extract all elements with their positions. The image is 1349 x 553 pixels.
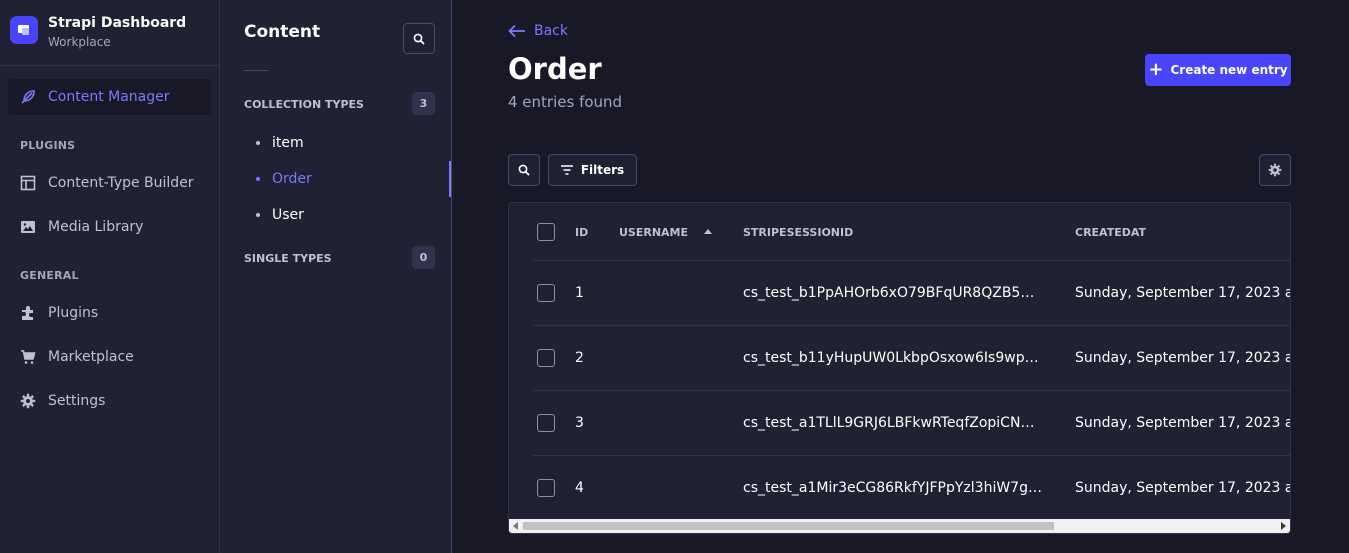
- main-navigation: Strapi Dashboard Workplace Content Manag…: [0, 0, 220, 553]
- cell-id: 4: [575, 480, 584, 496]
- brand-subtitle: Workplace: [48, 35, 111, 49]
- nav-item-label: Content-Type Builder: [48, 175, 194, 191]
- gear-icon: [20, 393, 36, 409]
- active-indicator: [449, 161, 451, 197]
- row-checkbox[interactable]: [537, 284, 555, 302]
- collection-types-label[interactable]: COLLECTION TYPES: [244, 98, 364, 111]
- nav-item-label: Plugins: [48, 305, 99, 321]
- image-icon: [20, 219, 36, 235]
- cell-createdat: Sunday, September 17, 2023 at 11:5: [1075, 350, 1290, 366]
- table-row[interactable]: 3 cs_test_a1TLlL9GRJ6LBFkwRTeqfZopiCNB3.…: [533, 391, 1290, 456]
- subnav-item-label: Order: [272, 171, 312, 187]
- entries-count: 4 entries found: [508, 93, 623, 111]
- column-header-stripesessionid[interactable]: STRIPESESSIONID: [743, 226, 853, 239]
- puzzle-icon: [20, 305, 36, 321]
- arrow-left-icon: [508, 24, 525, 38]
- nav-item-label: Media Library: [48, 219, 144, 235]
- cell-stripesessionid: cs_test_a1TLlL9GRJ6LBFkwRTeqfZopiCNB3...: [743, 415, 1043, 431]
- filter-icon: [560, 165, 573, 175]
- back-link[interactable]: Back: [508, 23, 568, 39]
- bullet-icon: [256, 213, 260, 217]
- table-row[interactable]: 2 cs_test_b11yHupUW0LkbpOsxow6Is9wp9ud..…: [533, 326, 1290, 391]
- subnav-item-item[interactable]: item: [256, 135, 304, 151]
- single-types-label[interactable]: SINGLE TYPES: [244, 252, 332, 265]
- nav-item-marketplace[interactable]: Marketplace: [8, 339, 211, 375]
- sort-ascending-icon: [703, 229, 712, 234]
- bullet-icon: [256, 141, 260, 145]
- collection-types-count-badge: 3: [412, 92, 435, 115]
- plugins-section-label: PLUGINS: [20, 139, 76, 152]
- back-label: Back: [534, 23, 568, 39]
- column-header-createdat[interactable]: CREATEDAT: [1075, 226, 1146, 239]
- content-subnav: Content COLLECTION TYPES 3 item Order Us…: [220, 0, 452, 553]
- nav-item-label: Content Manager: [48, 89, 170, 105]
- cell-createdat: Sunday, September 17, 2023 at 12:: [1075, 480, 1290, 496]
- subnav-search-button[interactable]: [403, 23, 435, 54]
- create-new-entry-button[interactable]: + Create new entry: [1145, 54, 1291, 86]
- nav-item-plugins[interactable]: Plugins: [8, 295, 211, 331]
- cell-stripesessionid: cs_test_b1PpAHOrb6xO79BFqUR8QZB5Ddq...: [743, 285, 1043, 301]
- divider: [244, 70, 268, 71]
- subnav-item-label: User: [272, 207, 304, 223]
- nav-item-settings[interactable]: Settings: [8, 383, 211, 419]
- brand-header[interactable]: Strapi Dashboard Workplace: [0, 0, 219, 66]
- cell-stripesessionid: cs_test_b11yHupUW0LkbpOsxow6Is9wp9ud...: [743, 350, 1043, 366]
- page-title: Order: [508, 52, 602, 86]
- subnav-title: Content: [244, 22, 321, 42]
- brand-title: Strapi Dashboard: [48, 15, 187, 31]
- cell-createdat: Sunday, September 17, 2023 at 12:: [1075, 415, 1290, 431]
- table-row[interactable]: 1 cs_test_b1PpAHOrb6xO79BFqUR8QZB5Ddq...…: [533, 261, 1290, 326]
- subnav-item-user[interactable]: User: [256, 207, 304, 223]
- table-row[interactable]: 4 cs_test_a1Mir3eCG86RkfYJFPpYzl3hiW7gRx…: [533, 456, 1290, 521]
- column-header-label: USERNAME: [619, 226, 689, 239]
- cell-id: 1: [575, 285, 584, 301]
- nav-item-content-type-builder[interactable]: Content-Type Builder: [8, 165, 211, 201]
- cell-stripesessionid: cs_test_a1Mir3eCG86RkfYJFPpYzl3hiW7gRx..…: [743, 480, 1043, 496]
- table-search-button[interactable]: [508, 154, 540, 186]
- column-header-id[interactable]: ID: [575, 226, 588, 239]
- row-checkbox[interactable]: [537, 349, 555, 367]
- plus-icon: +: [1148, 59, 1164, 80]
- feather-icon: [20, 89, 36, 105]
- bullet-icon: [256, 177, 260, 181]
- nav-item-content-manager[interactable]: Content Manager: [8, 79, 211, 115]
- gear-icon: [1268, 163, 1282, 177]
- filters-button[interactable]: Filters: [548, 154, 637, 186]
- row-checkbox[interactable]: [537, 414, 555, 432]
- create-button-label: Create new entry: [1170, 63, 1288, 77]
- search-icon: [413, 33, 425, 45]
- strapi-logo-icon: [10, 16, 38, 44]
- search-icon: [518, 164, 530, 176]
- scroll-left-icon[interactable]: [513, 522, 518, 530]
- table-settings-button[interactable]: [1259, 154, 1291, 186]
- nav-item-label: Marketplace: [48, 349, 134, 365]
- scrollbar-thumb[interactable]: [523, 522, 1054, 530]
- filters-label: Filters: [580, 163, 625, 177]
- horizontal-scrollbar[interactable]: [509, 519, 1290, 533]
- layout-icon: [20, 175, 36, 191]
- entries-table: ID USERNAME STRIPESESSIONID CREATEDAT 1 …: [508, 202, 1291, 534]
- nav-item-media-library[interactable]: Media Library: [8, 209, 211, 245]
- column-header-username[interactable]: USERNAME: [619, 226, 712, 239]
- subnav-item-order[interactable]: Order: [256, 171, 312, 187]
- select-all-checkbox[interactable]: [537, 223, 555, 241]
- scroll-right-icon[interactable]: [1281, 522, 1286, 530]
- row-checkbox[interactable]: [537, 479, 555, 497]
- nav-item-label: Settings: [48, 393, 106, 409]
- cell-id: 2: [575, 350, 584, 366]
- cart-icon: [20, 349, 36, 365]
- table-header: ID USERNAME STRIPESESSIONID CREATEDAT: [533, 203, 1290, 261]
- subnav-item-label: item: [272, 135, 304, 151]
- general-section-label: GENERAL: [20, 269, 79, 282]
- cell-createdat: Sunday, September 17, 2023 at 11:5: [1075, 285, 1290, 301]
- single-types-count-badge: 0: [412, 246, 435, 269]
- cell-id: 3: [575, 415, 584, 431]
